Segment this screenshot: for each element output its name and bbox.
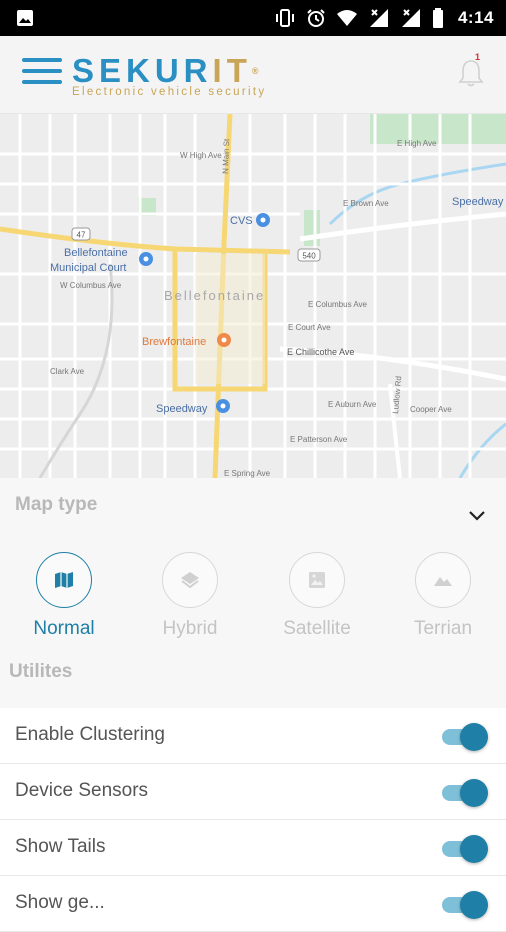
utility-label: Enable Clustering — [15, 724, 165, 745]
poi-pin-brewfontaine[interactable] — [217, 333, 231, 347]
utility-row-sensors[interactable]: Device Sensors — [0, 764, 506, 820]
toggle-knob — [460, 779, 488, 807]
logo-registered: ® — [251, 66, 259, 76]
park-area — [304, 210, 320, 246]
menu-bar — [22, 58, 62, 62]
map-type-satellite-label: Satellite — [283, 618, 351, 639]
vibrate-icon — [275, 9, 294, 27]
utility-row-tails[interactable]: Show Tails — [0, 820, 506, 876]
route-47-label: 47 — [77, 231, 86, 240]
app-header: SEKURIT® Electronic vehicle security 1 — [0, 36, 506, 114]
sensors-toggle[interactable] — [442, 779, 488, 807]
gallery-icon — [17, 10, 33, 26]
settings-sheet: Map type Normal Hybrid Satellite Terrian… — [0, 478, 506, 932]
street-label: E Auburn Ave — [328, 400, 377, 409]
map-type-terrain-circle[interactable] — [415, 552, 471, 608]
terrain-icon — [434, 577, 452, 586]
map-type-satellite[interactable]: Satellite — [257, 552, 377, 640]
street-label: E Patterson Ave — [290, 435, 348, 444]
street-label: E High Ave — [397, 139, 437, 148]
street-label: Clark Ave — [50, 367, 85, 376]
map-type-hybrid[interactable]: Hybrid — [130, 552, 250, 640]
street-label: E Spring Ave — [224, 469, 271, 478]
park-area — [370, 114, 506, 144]
street-label: W Columbus Ave — [60, 281, 122, 290]
logo-tagline: Electronic vehicle security — [72, 86, 267, 98]
bell-icon[interactable] — [458, 58, 484, 88]
street-label: N Main St — [221, 138, 231, 174]
tails-toggle[interactable] — [442, 835, 488, 863]
street-label: E Chillicothe Ave — [287, 347, 354, 357]
map-type-satellite-circle[interactable] — [289, 552, 345, 608]
street-label: W High Ave — [180, 151, 222, 160]
street-label: Cooper Ave — [410, 405, 452, 414]
clustering-toggle[interactable] — [442, 723, 488, 751]
menu-bar — [22, 69, 62, 73]
map-type-normal[interactable]: Normal — [4, 552, 124, 640]
utility-label: Show ge... — [15, 892, 105, 913]
wifi-icon — [336, 10, 357, 26]
logo-text-part1: SEKUR — [72, 52, 213, 89]
clock-time: 4:14 — [457, 8, 494, 27]
signal-icon — [369, 9, 388, 27]
map-view[interactable]: 47 540 CVS Bellefontaine Municipal Court… — [0, 114, 506, 478]
utility-label: Device Sensors — [15, 780, 149, 801]
utility-row-clustering[interactable]: Enable Clustering — [0, 708, 506, 764]
layers-icon — [181, 572, 199, 589]
poi-pin-court[interactable] — [139, 252, 153, 266]
satellite-icon — [309, 572, 325, 588]
utilities-list: Enable Clustering Device Sensors Show Ta… — [0, 708, 506, 932]
court-label-line2: Municipal Court — [50, 262, 126, 274]
toggle-knob — [460, 891, 488, 919]
logo-text-part2: IT — [212, 52, 252, 89]
toggle-knob — [460, 723, 488, 751]
court-label-line1: Bellefontaine — [64, 247, 128, 259]
map-type-hybrid-label: Hybrid — [162, 618, 218, 639]
map-type-hybrid-circle[interactable] — [162, 552, 218, 608]
cvs-label: CVS — [230, 215, 253, 227]
map-type-normal-label: Normal — [33, 618, 95, 639]
menu-bar — [22, 80, 62, 84]
poi-pin-speedway[interactable] — [216, 399, 230, 413]
map-type-heading: Map type — [15, 494, 98, 515]
street-label: E Columbus Ave — [308, 300, 368, 309]
signal-icon-2 — [401, 9, 420, 27]
downtown-area — [195, 254, 265, 384]
utilities-heading: Utilites — [9, 661, 73, 682]
speedway-right-label: Speedway — [452, 196, 504, 208]
map-type-normal-circle[interactable] — [36, 552, 92, 608]
toggle-knob — [460, 835, 488, 863]
menu-button[interactable] — [22, 58, 62, 92]
status-bar: 4:14 — [0, 0, 506, 36]
chevron-down-icon[interactable] — [468, 510, 486, 522]
battery-icon — [432, 8, 443, 28]
map-type-terrain[interactable]: Terrian — [383, 552, 503, 640]
street-label: E Brown Ave — [343, 199, 389, 208]
app-logo: SEKURIT® Electronic vehicle security — [72, 52, 267, 99]
brewfontaine-label: Brewfontaine — [142, 336, 206, 348]
map-icon — [55, 572, 73, 588]
alarm-icon — [307, 9, 325, 27]
town-label: Bellefontaine — [164, 288, 265, 303]
utility-label: Show Tails — [15, 836, 106, 857]
map-type-terrain-label: Terrian — [413, 618, 473, 639]
speedway-label: Speedway — [156, 403, 208, 415]
partial-toggle[interactable] — [442, 891, 488, 919]
poi-pin-cvs[interactable] — [256, 213, 270, 227]
map-canvas[interactable]: 47 540 CVS Bellefontaine Municipal Court… — [0, 114, 506, 478]
street-label: E Court Ave — [288, 323, 331, 332]
utility-row-partial[interactable]: Show ge... — [0, 876, 506, 932]
route-540-label: 540 — [302, 252, 316, 261]
map-type-selector: Normal Hybrid Satellite Terrian — [0, 552, 506, 652]
